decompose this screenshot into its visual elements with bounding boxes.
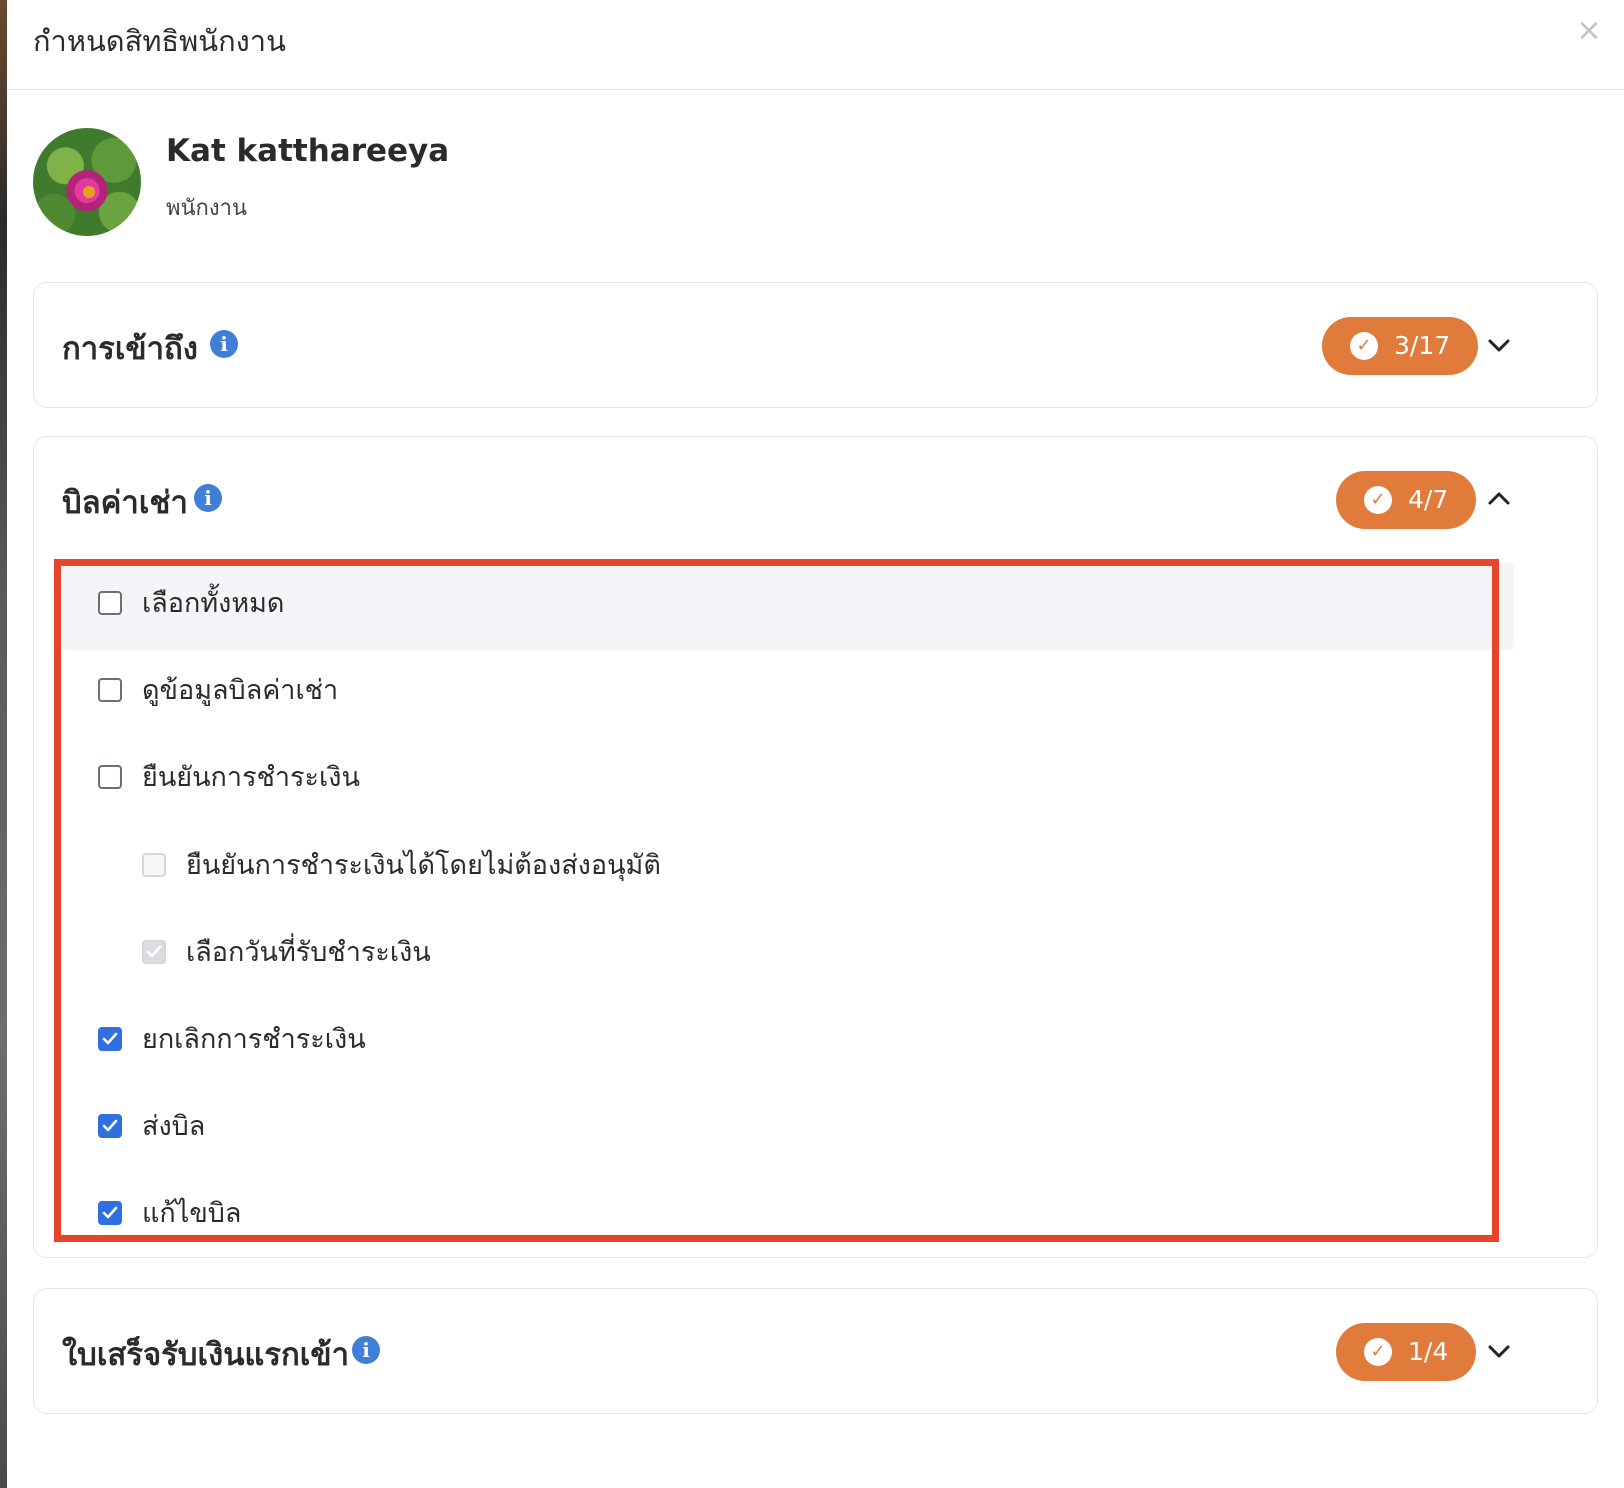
section-initial-receipts: ใบเสร็จรับเงินแรกเข้า i ✓ 1/4 (33, 1288, 1598, 1414)
user-card: Kat katthareeya พนักงาน (33, 128, 833, 238)
badge-count: 3/17 (1394, 331, 1451, 360)
section-access: การเข้าถึง i ✓ 3/17 (33, 282, 1598, 408)
permission-count-badge: ✓ 3/17 (1322, 317, 1479, 375)
check-circle-icon: ✓ (1364, 486, 1392, 514)
avatar (33, 128, 141, 236)
info-icon[interactable]: i (194, 484, 222, 512)
permission-label: ส่งบิล (142, 1111, 206, 1142)
user-name: Kat katthareeya (166, 133, 450, 169)
badge-count: 1/4 (1408, 1337, 1449, 1366)
permission-count-badge: ✓ 1/4 (1336, 1323, 1477, 1381)
permission-checkbox-checked[interactable] (98, 1114, 122, 1138)
permission-checkbox-disabled-checked (142, 940, 166, 964)
permission-label: ยกเลิกการชำระเงิน (142, 1024, 366, 1055)
permissions-modal: กำหนดสิทธิพนักงาน × Kat katthareeya พนัก… (7, 0, 1624, 1488)
select-all-label: เลือกทั้งหมด (142, 588, 285, 619)
chevron-up-icon[interactable] (1484, 483, 1514, 513)
section-title-access: การเข้าถึง (62, 331, 198, 367)
permission-label: ดูข้อมูลบิลค่าเช่า (142, 675, 339, 706)
modal-header: กำหนดสิทธิพนักงาน × (7, 0, 1624, 90)
check-circle-icon: ✓ (1364, 1338, 1392, 1366)
user-role: พนักงาน (166, 196, 247, 221)
check-circle-icon: ✓ (1350, 332, 1378, 360)
permission-label: เลือกวันที่รับชำระเงิน (186, 937, 431, 968)
permission-checkbox-disabled (142, 853, 166, 877)
permission-checkbox-checked[interactable] (98, 1201, 122, 1225)
select-all-checkbox[interactable] (98, 591, 122, 615)
chevron-down-icon[interactable] (1484, 331, 1514, 361)
info-icon[interactable]: i (352, 1336, 380, 1364)
permission-count-badge: ✓ 4/7 (1336, 471, 1477, 529)
permission-checkbox[interactable] (98, 678, 122, 702)
permission-label: แก้ไขบิล (142, 1198, 242, 1229)
close-icon[interactable]: × (1574, 16, 1604, 46)
section-title-initial-receipts: ใบเสร็จรับเงินแรกเข้า (62, 1337, 349, 1373)
permission-label: ยืนยันการชำระเงินได้โดยไม่ต้องส่งอนุมัติ (186, 850, 661, 881)
section-title-rental-bills: บิลค่าเช่า (62, 485, 188, 521)
badge-count: 4/7 (1408, 485, 1449, 514)
chevron-down-icon[interactable] (1484, 1337, 1514, 1367)
permission-list-highlight (54, 559, 1499, 1242)
permission-checkbox-checked[interactable] (98, 1027, 122, 1051)
permission-checkbox[interactable] (98, 765, 122, 789)
modal-title: กำหนดสิทธิพนักงาน (33, 24, 286, 58)
permission-label: ยืนยันการชำระเงิน (142, 762, 360, 793)
info-icon[interactable]: i (210, 330, 238, 358)
section-rental-bills: บิลค่าเช่า i ✓ 4/7 เลือกทั้งหมด ดูข้อมูล… (33, 436, 1598, 1258)
